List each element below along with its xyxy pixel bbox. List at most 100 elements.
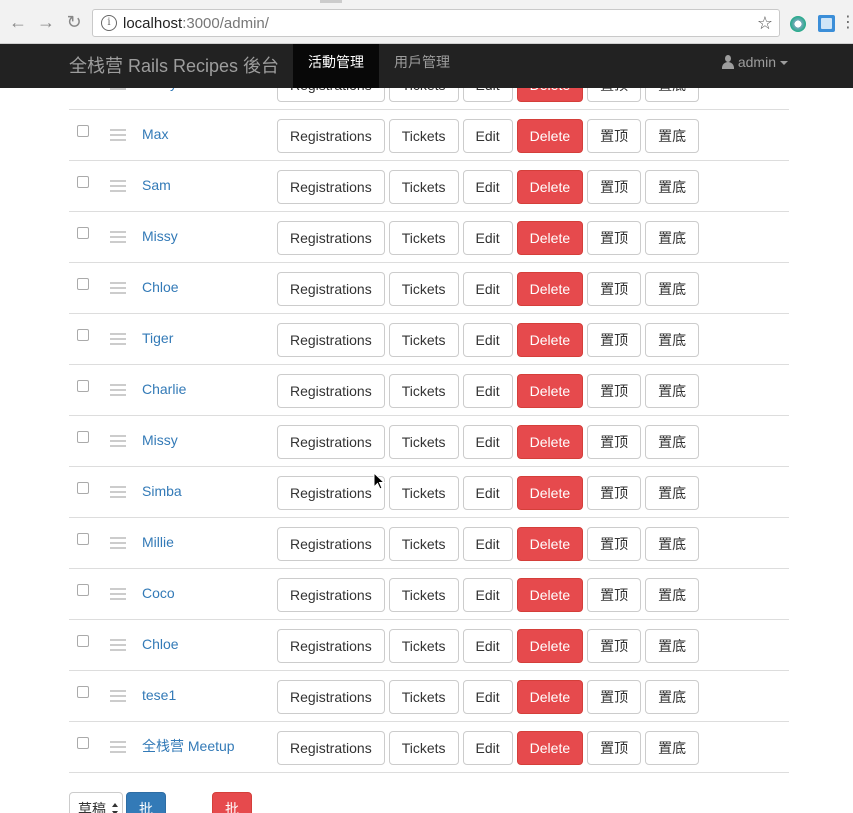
info-icon[interactable]: i [101, 15, 117, 31]
drag-handle-icon[interactable] [110, 537, 126, 549]
tickets-button[interactable]: Tickets [388, 527, 459, 561]
tickets-button[interactable]: Tickets [388, 323, 459, 357]
tickets-button[interactable]: Tickets [388, 221, 459, 255]
tickets-button[interactable]: Tickets [388, 476, 459, 510]
row-checkbox[interactable] [77, 176, 89, 188]
event-name-link[interactable]: Charlie [142, 365, 186, 416]
extension-icon[interactable] [818, 15, 835, 32]
delete-button[interactable]: Delete [516, 476, 584, 510]
row-checkbox[interactable] [77, 635, 89, 647]
registrations-button[interactable]: Registrations [277, 731, 385, 765]
tickets-button[interactable]: Tickets [388, 578, 459, 612]
user-menu[interactable]: admin [721, 44, 788, 88]
registrations-button[interactable]: Registrations [277, 629, 385, 663]
move-bottom-button[interactable]: 置底 [645, 527, 700, 561]
event-name-link[interactable]: Millie [142, 518, 174, 569]
row-checkbox[interactable] [77, 431, 89, 443]
delete-button[interactable]: Delete [516, 578, 584, 612]
edit-button[interactable]: Edit [462, 527, 513, 561]
tickets-button[interactable]: Tickets [388, 88, 459, 102]
delete-button[interactable]: Delete [516, 680, 584, 714]
move-bottom-button[interactable]: 置底 [645, 374, 700, 408]
row-checkbox[interactable] [77, 584, 89, 596]
move-top-button[interactable]: 置顶 [587, 578, 642, 612]
browser-menu-icon[interactable]: ⋮ [840, 12, 853, 32]
row-checkbox[interactable] [77, 482, 89, 494]
move-bottom-button[interactable]: 置底 [645, 170, 700, 204]
event-name-link[interactable]: Max [142, 110, 168, 161]
move-bottom-button[interactable]: 置底 [645, 578, 700, 612]
drag-handle-icon[interactable] [110, 231, 126, 243]
move-top-button[interactable]: 置顶 [587, 221, 642, 255]
row-checkbox[interactable] [77, 533, 89, 545]
move-bottom-button[interactable]: 置底 [645, 629, 700, 663]
tickets-button[interactable]: Tickets [388, 731, 459, 765]
drag-handle-icon[interactable] [110, 486, 126, 498]
bulk-delete-button[interactable]: 批次刪除 [212, 792, 252, 813]
tab-events[interactable]: 活動管理 [293, 44, 379, 88]
move-top-button[interactable]: 置顶 [587, 170, 642, 204]
move-bottom-button[interactable]: 置底 [645, 425, 700, 459]
move-top-button[interactable]: 置顶 [587, 527, 642, 561]
drag-handle-icon[interactable] [110, 435, 126, 447]
event-name-link[interactable]: Missy [142, 416, 178, 467]
delete-button[interactable]: Delete [516, 272, 584, 306]
extension-icon[interactable] [790, 16, 806, 32]
move-bottom-button[interactable]: 置底 [645, 680, 700, 714]
row-checkbox[interactable] [77, 125, 89, 137]
tickets-button[interactable]: Tickets [388, 680, 459, 714]
brand-title[interactable]: 全栈营 Rails Recipes 後台 [69, 44, 279, 88]
move-bottom-button[interactable]: 置底 [645, 272, 700, 306]
move-bottom-button[interactable]: 置底 [645, 731, 700, 765]
delete-button[interactable]: Delete [516, 731, 584, 765]
event-name-link[interactable]: Chloe [142, 620, 179, 671]
delete-button[interactable]: Delete [516, 374, 584, 408]
reload-icon[interactable]: ↻ [64, 12, 84, 32]
registrations-button[interactable]: Registrations [277, 88, 385, 102]
move-top-button[interactable]: 置顶 [587, 425, 642, 459]
drag-handle-icon[interactable] [110, 639, 126, 651]
bookmark-star-icon[interactable]: ☆ [757, 13, 773, 34]
event-name-link[interactable]: Chloe [142, 263, 179, 314]
drag-handle-icon[interactable] [110, 741, 126, 753]
registrations-button[interactable]: Registrations [277, 578, 385, 612]
move-top-button[interactable]: 置顶 [587, 119, 642, 153]
edit-button[interactable]: Edit [462, 731, 513, 765]
drag-handle-icon[interactable] [110, 333, 126, 345]
status-select[interactable]: 草稿 [69, 792, 123, 813]
event-name-link[interactable]: Tiger [142, 314, 173, 365]
move-top-button[interactable]: 置顶 [587, 88, 642, 102]
event-name-link[interactable]: Daisy [142, 88, 177, 110]
tickets-button[interactable]: Tickets [388, 629, 459, 663]
registrations-button[interactable]: Registrations [277, 323, 385, 357]
row-checkbox[interactable] [77, 686, 89, 698]
edit-button[interactable]: Edit [462, 680, 513, 714]
edit-button[interactable]: Edit [462, 629, 513, 663]
edit-button[interactable]: Edit [462, 374, 513, 408]
row-checkbox[interactable] [77, 278, 89, 290]
move-top-button[interactable]: 置顶 [587, 374, 642, 408]
registrations-button[interactable]: Registrations [277, 170, 385, 204]
move-top-button[interactable]: 置顶 [587, 731, 642, 765]
drag-handle-icon[interactable] [110, 129, 126, 141]
delete-button[interactable]: Delete [516, 629, 584, 663]
bulk-edit-button[interactable]: 批次編輯 [126, 792, 166, 813]
drag-handle-icon[interactable] [110, 180, 126, 192]
edit-button[interactable]: Edit [462, 578, 513, 612]
move-bottom-button[interactable]: 置底 [645, 221, 700, 255]
move-bottom-button[interactable]: 置底 [645, 119, 700, 153]
tickets-button[interactable]: Tickets [388, 170, 459, 204]
edit-button[interactable]: Edit [462, 88, 513, 102]
event-name-link[interactable]: Simba [142, 467, 182, 518]
back-arrow-icon[interactable]: ← [8, 12, 28, 32]
event-name-link[interactable]: Sam [142, 161, 171, 212]
delete-button[interactable]: Delete [516, 88, 584, 102]
tab-users[interactable]: 用戶管理 [379, 44, 465, 88]
forward-arrow-icon[interactable]: → [36, 12, 56, 32]
event-name-link[interactable]: tese1 [142, 671, 176, 722]
delete-button[interactable]: Delete [516, 170, 584, 204]
row-checkbox[interactable] [77, 737, 89, 749]
edit-button[interactable]: Edit [462, 272, 513, 306]
move-top-button[interactable]: 置顶 [587, 476, 642, 510]
drag-handle-icon[interactable] [110, 588, 126, 600]
